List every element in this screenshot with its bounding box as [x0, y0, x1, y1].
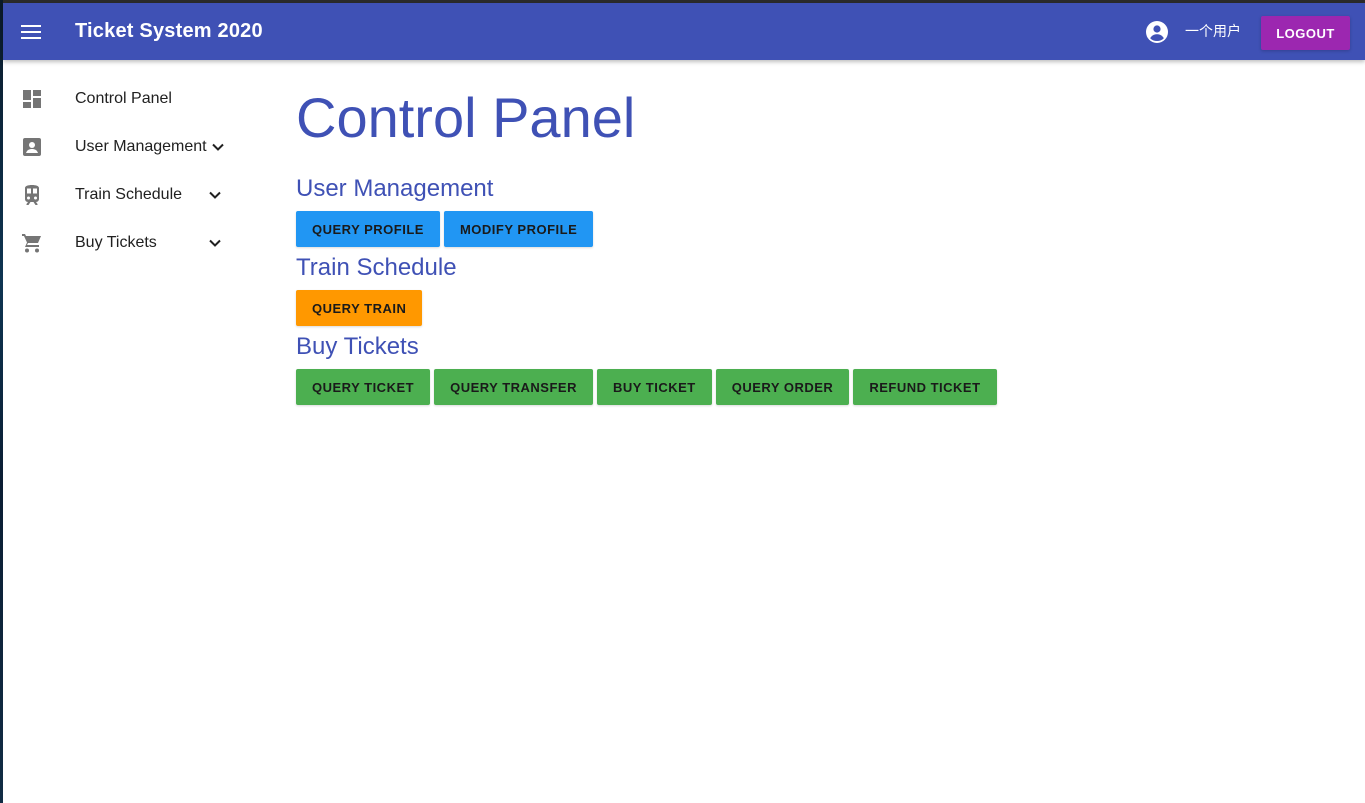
- refund-ticket-button[interactable]: REFUND TICKET: [853, 369, 997, 405]
- user-management-actions: QUERY PROFILE MODIFY PROFILE: [296, 211, 594, 247]
- query-profile-button[interactable]: QUERY PROFILE: [296, 211, 440, 247]
- logout-button[interactable]: LOGOUT: [1261, 16, 1350, 50]
- sidebar-item-label: Buy Tickets: [75, 234, 157, 251]
- shopping-cart-icon: [20, 231, 44, 255]
- page-title: Control Panel: [296, 86, 636, 149]
- dashboard-icon: [20, 87, 44, 111]
- buy-ticket-button[interactable]: BUY TICKET: [596, 369, 712, 405]
- query-train-button[interactable]: QUERY TRAIN: [296, 290, 423, 326]
- buy-tickets-actions: QUERY TICKET QUERY TRANSFER BUY TICKET Q…: [296, 369, 997, 405]
- train-icon: [20, 183, 44, 207]
- chevron-down-icon: [203, 231, 227, 255]
- sidebar-item-buy-tickets[interactable]: Buy Tickets: [3, 219, 258, 267]
- sidebar-item-user-management[interactable]: User Management: [3, 123, 258, 171]
- sidebar-item-control-panel[interactable]: Control Panel: [3, 75, 258, 123]
- main-content: Control Panel User Management QUERY PROF…: [296, 60, 1296, 760]
- menu-icon[interactable]: [16, 17, 46, 47]
- app-window: Ticket System 2020 一个用户 LOGOUT Control P…: [0, 0, 1365, 803]
- section-title-buy-tickets: Buy Tickets: [296, 333, 419, 360]
- modify-profile-button[interactable]: MODIFY PROFILE: [443, 211, 594, 247]
- sidebar-item-label: Control Panel: [75, 90, 172, 107]
- section-title-user-management: User Management: [296, 175, 494, 202]
- app-title: Ticket System 2020: [75, 20, 263, 42]
- username-label: 一个用户: [1185, 23, 1241, 39]
- sidebar-nav: Control Panel User Management Train Sche…: [3, 60, 258, 803]
- query-transfer-button[interactable]: QUERY TRANSFER: [434, 369, 593, 405]
- section-title-train-schedule: Train Schedule: [296, 254, 457, 281]
- query-order-button[interactable]: QUERY ORDER: [715, 369, 850, 405]
- app-bar: Ticket System 2020 一个用户 LOGOUT: [3, 3, 1365, 60]
- train-schedule-actions: QUERY TRAIN: [296, 290, 423, 326]
- chevron-down-icon: [206, 135, 230, 159]
- chevron-down-icon: [203, 183, 227, 207]
- account-circle-icon[interactable]: [1145, 20, 1169, 44]
- sidebar-item-train-schedule[interactable]: Train Schedule: [3, 171, 258, 219]
- sidebar-item-label: Train Schedule: [75, 186, 183, 203]
- query-ticket-button[interactable]: QUERY TICKET: [296, 369, 431, 405]
- sidebar-item-label: User Management: [75, 138, 207, 155]
- account-box-icon: [20, 135, 44, 159]
